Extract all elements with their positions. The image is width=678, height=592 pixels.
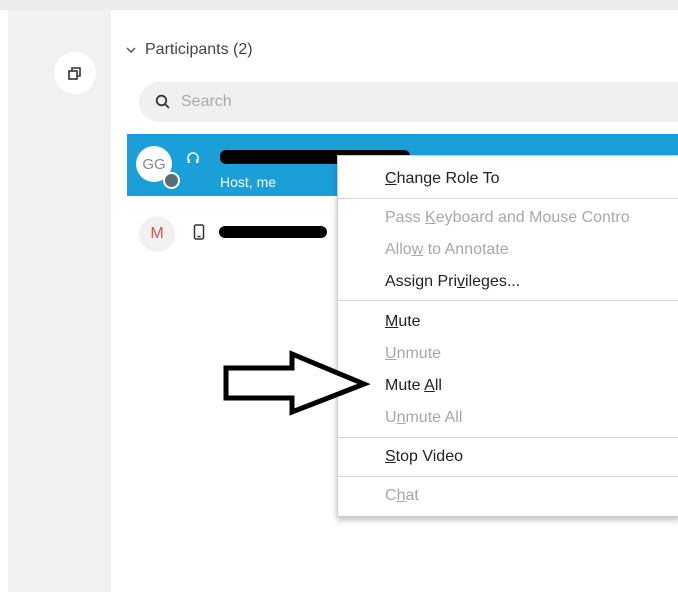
pop-out-icon: [68, 67, 81, 80]
search-icon: [155, 94, 171, 110]
participant-context-menu: Change Role To Pass Keyboard and Mouse C…: [337, 155, 678, 517]
search-box[interactable]: [139, 82, 678, 122]
menu-separator: [338, 437, 678, 438]
phone-icon: [193, 224, 205, 240]
menu-separator: [338, 198, 678, 199]
window-top-strip: [0, 0, 678, 10]
menu-item-change-role[interactable]: Change Role To: [385, 170, 499, 188]
search-input[interactable]: [179, 92, 663, 112]
menu-separator: [338, 476, 678, 477]
participants-header[interactable]: Participants (2): [125, 38, 253, 62]
pop-out-button[interactable]: [54, 52, 96, 94]
menu-item-unmute-all[interactable]: Unmute All: [385, 409, 462, 427]
headset-icon: [186, 151, 200, 165]
menu-item-stop-video[interactable]: Stop Video: [385, 448, 463, 466]
menu-item-mute-all[interactable]: Mute All: [385, 377, 442, 395]
annotation-arrow-icon: [223, 350, 371, 416]
avatar: M: [139, 216, 175, 252]
menu-separator: [338, 300, 678, 301]
menu-item-pass-keyboard-mouse[interactable]: Pass Keyboard and Mouse Contro: [385, 209, 630, 227]
chevron-down-icon: [126, 47, 136, 54]
menu-item-allow-annotate[interactable]: Allow to Annotate: [385, 241, 509, 259]
menu-item-assign-privileges[interactable]: Assign Privileges...: [385, 273, 520, 291]
redacted-name: [219, 226, 327, 238]
menu-item-chat[interactable]: Chat: [385, 487, 419, 505]
menu-item-unmute[interactable]: Unmute: [385, 345, 441, 363]
participants-title: Participants (2): [145, 41, 253, 58]
left-rail: [8, 10, 111, 592]
presence-status-dot: [163, 172, 180, 189]
participant-role: Host, me: [220, 174, 277, 190]
menu-item-mute[interactable]: Mute: [385, 313, 421, 331]
